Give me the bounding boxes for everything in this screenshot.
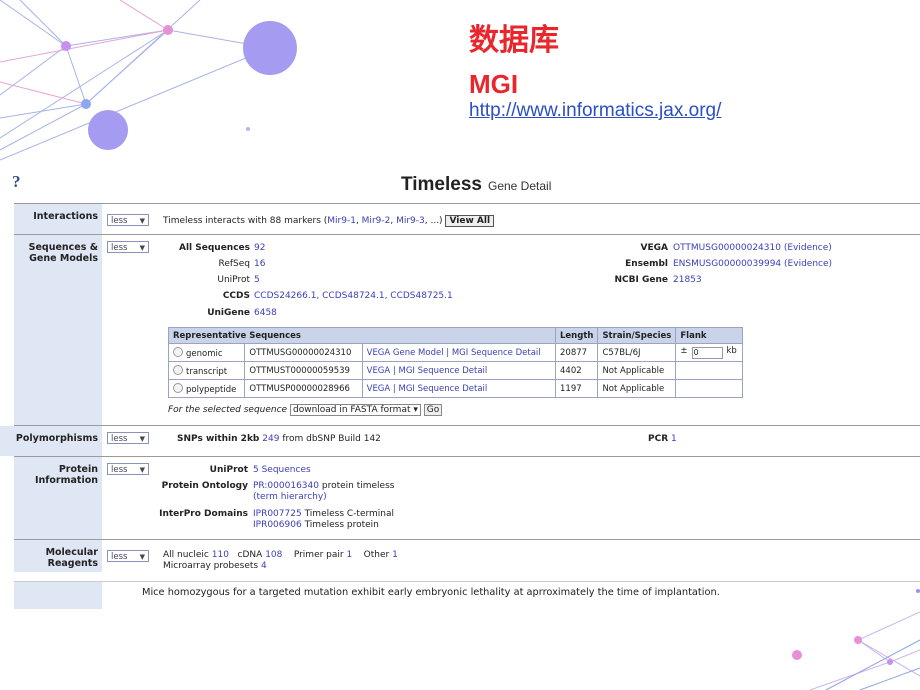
column-header: Representative Sequences: [168, 327, 556, 344]
triangle-down-icon: ▼: [139, 244, 145, 252]
triangle-down-icon: ▼: [139, 466, 145, 474]
triangle-down-icon: ▼: [139, 217, 145, 225]
protein-ontology-link[interactable]: PR:000016340: [253, 481, 319, 491]
interactions-label: Interactions: [14, 204, 102, 234]
reagents-label: Molecular Reagents: [14, 540, 102, 572]
uniprot-count[interactable]: 5: [254, 275, 260, 285]
sequences-label: Sequences & Gene Models: [14, 235, 102, 425]
table-row: polypeptide OTTMUSP00000028966 VEGA | MG…: [167, 379, 744, 398]
marker-link[interactable]: Mir9-2: [362, 216, 391, 226]
sequence-links[interactable]: VEGA | MGI Sequence Detail: [367, 384, 488, 394]
vega-label: VEGA: [640, 243, 668, 253]
pcr-link[interactable]: 1: [671, 434, 677, 444]
sequences-section: Sequences & Gene Models less ▼ All Sequen…: [14, 234, 920, 425]
interpro-link[interactable]: IPR007725: [253, 509, 302, 519]
term-hierarchy-link[interactable]: (term hierarchy): [253, 492, 327, 502]
mgi-gene-detail-panel: Interactions less ▼ Timeless interacts wi…: [0, 203, 920, 572]
column-header: Strain/Species: [597, 327, 677, 344]
ccds-label: CCDS: [222, 291, 250, 301]
sequence-radio[interactable]: [173, 346, 183, 357]
sequence-links[interactable]: VEGA Gene Model | MGI Sequence Detail: [367, 348, 541, 358]
protein-uniprot-link[interactable]: 5 Sequences: [253, 465, 311, 475]
flank-input[interactable]: 0: [691, 347, 723, 359]
column-header: Length: [554, 327, 599, 344]
phenotype-summary-text: Mice homozygous for a targeted mutation …: [142, 587, 720, 598]
microarray-link[interactable]: 4: [261, 561, 267, 571]
sequence-radio[interactable]: [173, 382, 183, 393]
view-all-button[interactable]: View All: [445, 215, 495, 227]
triangle-down-icon: ▼: [139, 435, 145, 443]
table-header-row: Representative Sequences Length Strain/S…: [168, 327, 744, 344]
ccds-links[interactable]: CCDS24266.1, CCDS48724.1, CCDS48725.1: [254, 291, 453, 301]
other-link[interactable]: 1: [392, 550, 398, 560]
protein-label: Protein Information: [14, 457, 102, 539]
reagents-section: Molecular Reagents less ▼ All nucleic 110…: [14, 539, 920, 572]
go-button[interactable]: Go: [423, 404, 443, 416]
phenotype-summary-row: Mice homozygous for a targeted mutation …: [14, 581, 920, 609]
polymorphisms-less-toggle[interactable]: less ▼: [107, 432, 149, 444]
reagents-less-toggle[interactable]: less ▼: [107, 550, 149, 562]
representative-sequences-table: Representative Sequences Length Strain/S…: [167, 327, 744, 398]
table-row: transcript OTTMUST00000059539 VEGA | MGI…: [167, 361, 744, 380]
pcr-label: PCR: [648, 434, 669, 444]
download-row: For the selected sequence download in FA…: [168, 404, 443, 416]
gene-symbol: Timeless: [401, 174, 482, 195]
marker-link[interactable]: Mir9-1: [327, 216, 356, 226]
phenotype-label-cell: [14, 582, 102, 609]
interactions-text: Timeless interacts with 88 markers (Mir9…: [163, 215, 495, 227]
column-header: Flank: [675, 327, 744, 344]
mgi-website-link[interactable]: http://www.informatics.jax.org/: [469, 100, 721, 122]
snps-label: SNPs within 2kb: [177, 434, 260, 444]
interpro-label: InterPro Domains: [159, 509, 248, 519]
snps-count-link[interactable]: 249: [262, 434, 279, 444]
nucleic-link[interactable]: 110: [212, 550, 229, 560]
protein-less-toggle[interactable]: less ▼: [107, 463, 149, 475]
vega-evidence-link[interactable]: (Evidence): [784, 243, 832, 253]
unigene-count[interactable]: 6458: [254, 308, 277, 318]
help-icon[interactable]: ?: [12, 172, 21, 192]
all-sequences-label: All Sequences: [178, 243, 250, 253]
protein-uniprot-label: UniProt: [209, 465, 248, 475]
ensembl-label: Ensembl: [625, 259, 668, 269]
all-sequences-count[interactable]: 92: [254, 243, 265, 253]
uniprot-label: UniProt: [217, 275, 250, 285]
gene-detail-label: Gene Detail: [487, 179, 552, 193]
interpro-link[interactable]: IPR006906: [253, 520, 302, 530]
ncbi-gene-label: NCBI Gene: [614, 275, 668, 285]
unigene-label: UniGene: [207, 308, 250, 318]
sequence-links[interactable]: VEGA | MGI Sequence Detail: [367, 366, 488, 376]
gene-title: Timeless Gene Detail: [401, 174, 551, 196]
polymorphisms-label: Polymorphisms: [0, 426, 102, 456]
cdna-link[interactable]: 108: [265, 550, 282, 560]
protein-section: Protein Information less ▼ UniProt 5 Sequ…: [14, 456, 920, 539]
polymorphisms-section: Polymorphisms less ▼ SNPs within 2kb 249 …: [0, 425, 920, 456]
download-format-select[interactable]: download in FASTA format ▾: [289, 404, 421, 416]
refseq-label: RefSeq: [218, 259, 250, 269]
sequence-radio[interactable]: [173, 364, 183, 375]
slide-subtitle: MGI: [469, 69, 519, 99]
slide-title: 数据库: [469, 24, 559, 57]
sequences-less-toggle[interactable]: less ▼: [107, 241, 149, 253]
marker-link[interactable]: Mir9-3: [396, 216, 425, 226]
vega-id-link[interactable]: OTTMUSG00000024310: [673, 243, 781, 253]
primer-pair-link[interactable]: 1: [346, 550, 352, 560]
triangle-down-icon: ▼: [139, 553, 145, 561]
protein-ontology-label: Protein Ontology: [161, 481, 248, 491]
interactions-section: Interactions less ▼ Timeless interacts wi…: [14, 203, 920, 234]
ncbi-gene-link[interactable]: 21853: [673, 275, 702, 285]
ensembl-evidence-link[interactable]: (Evidence): [784, 259, 832, 269]
table-row: genomic OTTMUSG00000024310 VEGA Gene Mod…: [167, 343, 744, 362]
ensembl-id-link[interactable]: ENSMUSG00000039994: [673, 259, 781, 269]
interactions-less-toggle[interactable]: less ▼: [107, 214, 149, 226]
refseq-count[interactable]: 16: [254, 259, 265, 269]
